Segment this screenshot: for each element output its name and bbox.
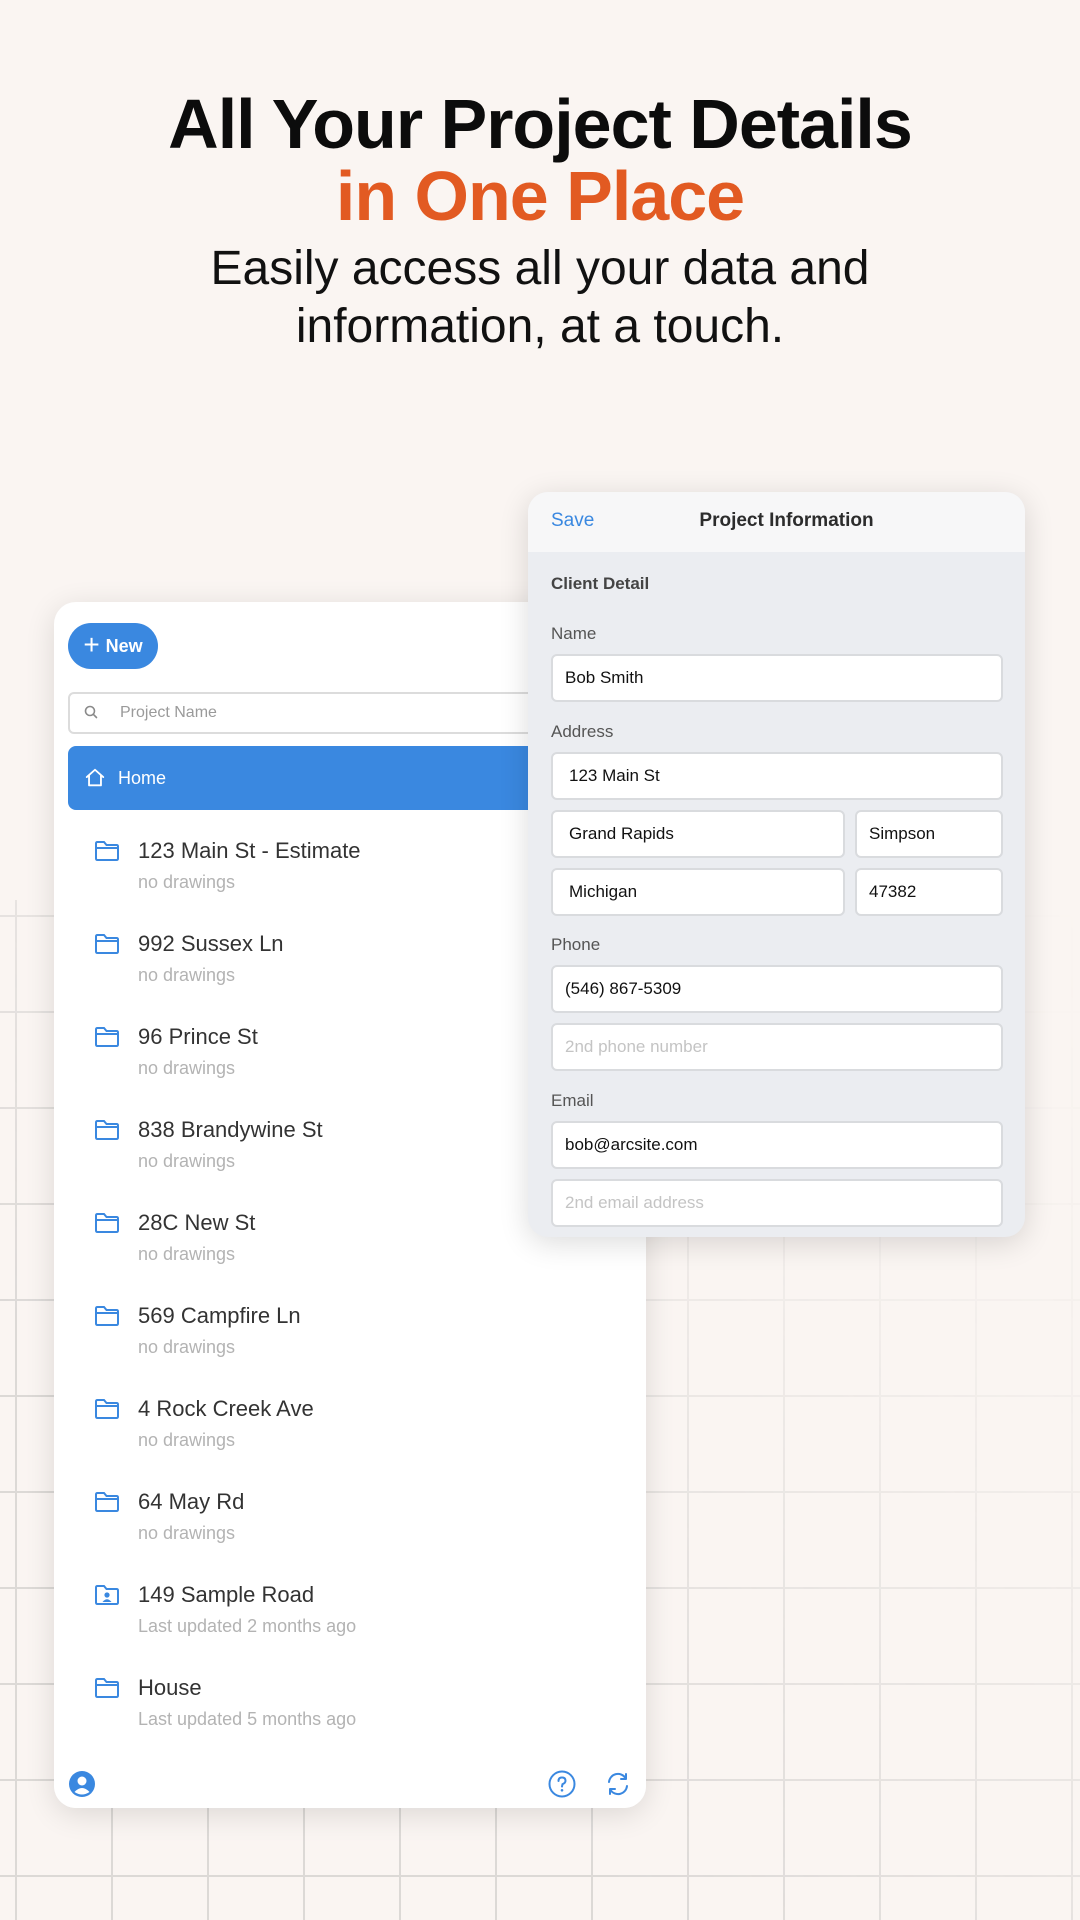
- sync-icon[interactable]: [604, 1770, 632, 1798]
- shared-folder-icon: [95, 1585, 119, 1605]
- project-name: 96 Prince St: [138, 1024, 258, 1049]
- project-subtitle: Last updated 2 months ago: [138, 1616, 357, 1636]
- search-icon: [84, 705, 98, 719]
- project-subtitle: no drawings: [138, 1058, 236, 1078]
- second-phone-field[interactable]: 2nd phone number: [551, 1023, 1003, 1071]
- search-placeholder: Project Name: [120, 704, 217, 721]
- project-information-panel: Save Project Information Client Detail N…: [528, 492, 1025, 1237]
- county-field[interactable]: Simpson: [855, 810, 1003, 858]
- project-subtitle: no drawings: [138, 1244, 236, 1264]
- home-icon: [85, 768, 105, 787]
- project-subtitle: no drawings: [138, 1430, 236, 1450]
- project-list-item[interactable]: 64 May Rd no drawings: [54, 1479, 646, 1572]
- project-list-item[interactable]: House Last updated 5 months ago: [54, 1665, 646, 1758]
- hero-heading: All Your Project Details in One Place Ea…: [0, 88, 1080, 356]
- phone-label: Phone: [551, 935, 601, 954]
- address-label: Address: [551, 722, 614, 741]
- panel-title: Project Information: [699, 510, 874, 531]
- project-list-item[interactable]: 4 Rock Creek Ave no drawings: [54, 1386, 646, 1479]
- project-subtitle: no drawings: [138, 1151, 236, 1171]
- name-label: Name: [551, 624, 597, 643]
- project-name: 569 Campfire Ln: [138, 1303, 301, 1328]
- folder-icon: [95, 841, 119, 861]
- hero-subtitle-line1: Easily access all your data and: [210, 242, 870, 295]
- project-name: 64 May Rd: [138, 1489, 245, 1514]
- project-name: 123 Main St - Estimate: [138, 838, 361, 863]
- project-name: 28C New St: [138, 1210, 256, 1235]
- email-field[interactable]: bob@arcsite.com: [551, 1121, 1003, 1169]
- folder-icon: [95, 1213, 119, 1233]
- folder-icon: [95, 1306, 119, 1326]
- bottom-toolbar: [54, 1756, 646, 1808]
- folder-icon: [95, 934, 119, 954]
- project-name: 4 Rock Creek Ave: [138, 1396, 314, 1421]
- project-list-item[interactable]: 149 Sample Road Last updated 2 months ag…: [54, 1572, 646, 1665]
- zip-field[interactable]: 47382: [855, 868, 1003, 916]
- project-subtitle: no drawings: [138, 1523, 236, 1543]
- folder-icon: [95, 1120, 119, 1140]
- folder-icon: [95, 1678, 119, 1698]
- plus-icon: +: [83, 628, 100, 660]
- help-icon[interactable]: [548, 1770, 576, 1798]
- project-name: 838 Brandywine St: [138, 1117, 323, 1142]
- name-field[interactable]: Bob Smith: [551, 654, 1003, 702]
- section-title-client-detail: Client Detail: [551, 574, 650, 593]
- hero-subtitle-line2: information, at a touch.: [295, 300, 785, 353]
- folder-icon: [95, 1492, 119, 1512]
- project-name: 149 Sample Road: [138, 1582, 315, 1607]
- home-label: Home: [118, 767, 167, 788]
- project-subtitle: no drawings: [138, 965, 236, 985]
- project-subtitle: no drawings: [138, 872, 236, 892]
- folder-icon: [95, 1027, 119, 1047]
- project-information-header: Save Project Information: [528, 492, 1025, 552]
- new-button-label: New: [105, 635, 143, 656]
- hero-title-line1: All Your Project Details: [168, 85, 913, 163]
- project-name: 992 Sussex Ln: [138, 931, 284, 956]
- project-subtitle: no drawings: [138, 1337, 236, 1357]
- account-icon[interactable]: [68, 1770, 96, 1798]
- project-list-item[interactable]: 569 Campfire Ln no drawings: [54, 1293, 646, 1386]
- second-email-field[interactable]: 2nd email address: [551, 1179, 1003, 1227]
- project-subtitle: Last updated 5 months ago: [138, 1709, 357, 1729]
- new-project-button[interactable]: + New: [68, 623, 158, 669]
- state-field[interactable]: Michigan: [551, 868, 845, 916]
- hero-title-line2: in One Place: [335, 157, 745, 235]
- email-label: Email: [551, 1091, 594, 1110]
- city-field[interactable]: Grand Rapids: [551, 810, 845, 858]
- phone-field[interactable]: (546) 867-5309: [551, 965, 1003, 1013]
- project-name: House: [138, 1675, 202, 1700]
- street-field[interactable]: 123 Main St: [551, 752, 1003, 800]
- folder-icon: [95, 1399, 119, 1419]
